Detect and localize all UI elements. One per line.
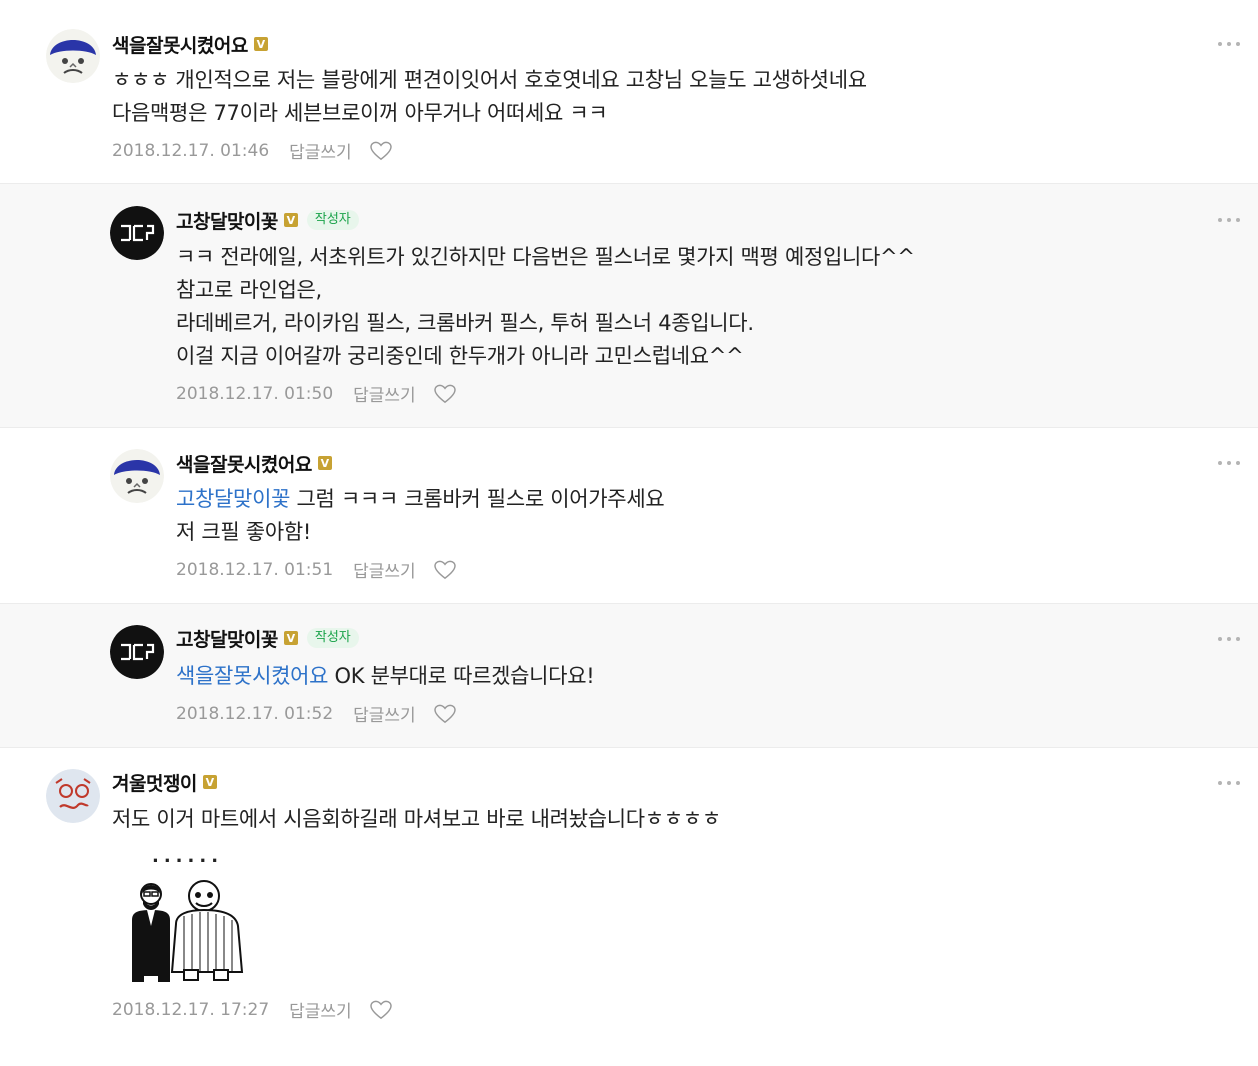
face-sticker-avatar-icon <box>46 29 100 83</box>
comment-line: 저 크필 좋아함! <box>176 520 311 544</box>
author-name[interactable]: 고창달맞이꽃 <box>176 625 278 652</box>
more-dots-icon <box>1218 218 1222 222</box>
heart-outline-icon[interactable] <box>433 384 456 404</box>
more-options-button[interactable] <box>1218 40 1240 48</box>
mention-link[interactable]: 고창달맞이꽃 <box>176 487 290 511</box>
avatar-user-2[interactable] <box>110 625 164 679</box>
comment-3: 색을잘못시켰어요 V 고창달맞이꽃 그럼 ㅋㅋㅋ 크롬바커 필스로 이어가주세요… <box>0 428 1258 603</box>
avatar-user-1[interactable] <box>110 449 164 503</box>
comment-1: 색을잘못시켰어요 V ㅎㅎㅎ 개인적으로 저는 블랑에게 편견이잇어서 호호엿네… <box>0 0 1258 183</box>
comment-text: 색을잘못시켰어요 OK 분부대로 따르겠습니다요! <box>176 660 595 693</box>
comment-line: 저도 이거 마트에서 시음회하길래 마셔보고 바로 내려놨습니다ㅎㅎㅎㅎ <box>112 807 721 831</box>
more-options-button[interactable] <box>1218 635 1240 643</box>
verified-badge-icon: V <box>202 775 217 789</box>
face-sticker-avatar-icon <box>110 449 164 503</box>
comment-text: ㅋㅋ 전라에일, 서초위트가 있긴하지만 다음번은 필스너로 몇가지 맥평 예정… <box>176 241 915 373</box>
mention-link[interactable]: 색을잘못시켰어요 <box>176 664 328 688</box>
comment-date: 2018.12.17. 01:46 <box>112 140 270 161</box>
author-tag-badge: 작성자 <box>306 210 359 230</box>
logo-avatar-icon <box>110 625 164 679</box>
sticker-caption: ...... <box>152 846 224 867</box>
author-name[interactable]: 겨울멋쟁이 <box>112 769 197 796</box>
comment-line: 다음맥평은 77이라 세븐브로이꺼 아무거나 어떠세요 ㅋㅋ <box>112 101 608 125</box>
avatar-user-3[interactable] <box>46 769 100 823</box>
comment-2: 고창달맞이꽃 V 작성자 ㅋㅋ 전라에일, 서초위트가 있긴하지만 다음번은 필… <box>0 183 1258 428</box>
comment-line: 라데베르거, 라이카임 필스, 크롬바커 필스, 투허 필스너 4종입니다. <box>176 311 754 335</box>
comment-line: ㅎㅎㅎ 개인적으로 저는 블랑에게 편견이잇어서 호호엿네요 고창님 오늘도 고… <box>112 68 867 92</box>
heart-outline-icon[interactable] <box>433 560 456 580</box>
comment-date: 2018.12.17. 01:51 <box>176 559 334 580</box>
verified-badge-icon: V <box>317 456 332 470</box>
comment-line: 이걸 지금 이어갈까 궁리중인데 한두개가 아니라 고민스럽네요^^ <box>176 344 744 368</box>
more-dots-icon <box>1218 42 1222 46</box>
author-name[interactable]: 색을잘못시켰어요 <box>112 31 248 58</box>
author-name[interactable]: 고창달맞이꽃 <box>176 207 278 234</box>
two-men-sticker-image <box>132 880 244 982</box>
more-options-button[interactable] <box>1218 779 1240 787</box>
avatar-user-1[interactable] <box>46 29 100 83</box>
comment-text: 고창달맞이꽃 그럼 ㅋㅋㅋ 크롬바커 필스로 이어가주세요 저 크필 좋아함! <box>176 483 665 549</box>
reply-button[interactable]: 답글쓰기 <box>353 557 416 582</box>
comment-line: 고창달맞이꽃 그럼 ㅋㅋㅋ 크롬바커 필스로 이어가주세요 <box>176 487 665 511</box>
reply-button[interactable]: 답글쓰기 <box>353 381 416 406</box>
more-dots-icon <box>1218 461 1222 465</box>
heart-outline-icon[interactable] <box>433 704 456 724</box>
verified-badge-icon: V <box>253 37 268 51</box>
comment-5: 겨울멋쟁이 V 저도 이거 마트에서 시음회하길래 마셔보고 바로 내려놨습니다… <box>0 748 1258 1066</box>
author-tag-badge: 작성자 <box>306 628 359 648</box>
comment-text: 저도 이거 마트에서 시음회하길래 마셔보고 바로 내려놨습니다ㅎㅎㅎㅎ <box>112 803 721 836</box>
comment-date: 2018.12.17. 01:52 <box>176 703 334 724</box>
doodle-face-avatar-icon <box>46 769 100 823</box>
verified-badge-icon: V <box>283 631 298 645</box>
more-options-button[interactable] <box>1218 459 1240 467</box>
reply-button[interactable]: 답글쓰기 <box>353 701 416 726</box>
comment-line: 색을잘못시켰어요 OK 분부대로 따르겠습니다요! <box>176 664 595 688</box>
verified-badge-icon: V <box>283 213 298 227</box>
author-name[interactable]: 색을잘못시켰어요 <box>176 450 312 477</box>
more-options-button[interactable] <box>1218 216 1240 224</box>
more-dots-icon <box>1218 781 1222 785</box>
heart-outline-icon[interactable] <box>369 1000 392 1020</box>
more-dots-icon <box>1218 637 1222 641</box>
comment-text: ㅎㅎㅎ 개인적으로 저는 블랑에게 편견이잇어서 호호엿네요 고창님 오늘도 고… <box>112 64 867 130</box>
comment-line: 참고로 라인업은, <box>176 278 322 302</box>
heart-outline-icon[interactable] <box>369 141 392 161</box>
comment-line: ㅋㅋ 전라에일, 서초위트가 있긴하지만 다음번은 필스너로 몇가지 맥평 예정… <box>176 245 915 269</box>
reply-button[interactable]: 답글쓰기 <box>289 138 352 163</box>
comment-date: 2018.12.17. 01:50 <box>176 383 334 404</box>
logo-avatar-icon <box>110 206 164 260</box>
avatar-user-2[interactable] <box>110 206 164 260</box>
reply-button[interactable]: 답글쓰기 <box>289 997 352 1022</box>
comment-date: 2018.12.17. 17:27 <box>112 999 270 1020</box>
comment-4: 고창달맞이꽃 V 작성자 색을잘못시켰어요 OK 분부대로 따르겠습니다요! 2… <box>0 603 1258 748</box>
